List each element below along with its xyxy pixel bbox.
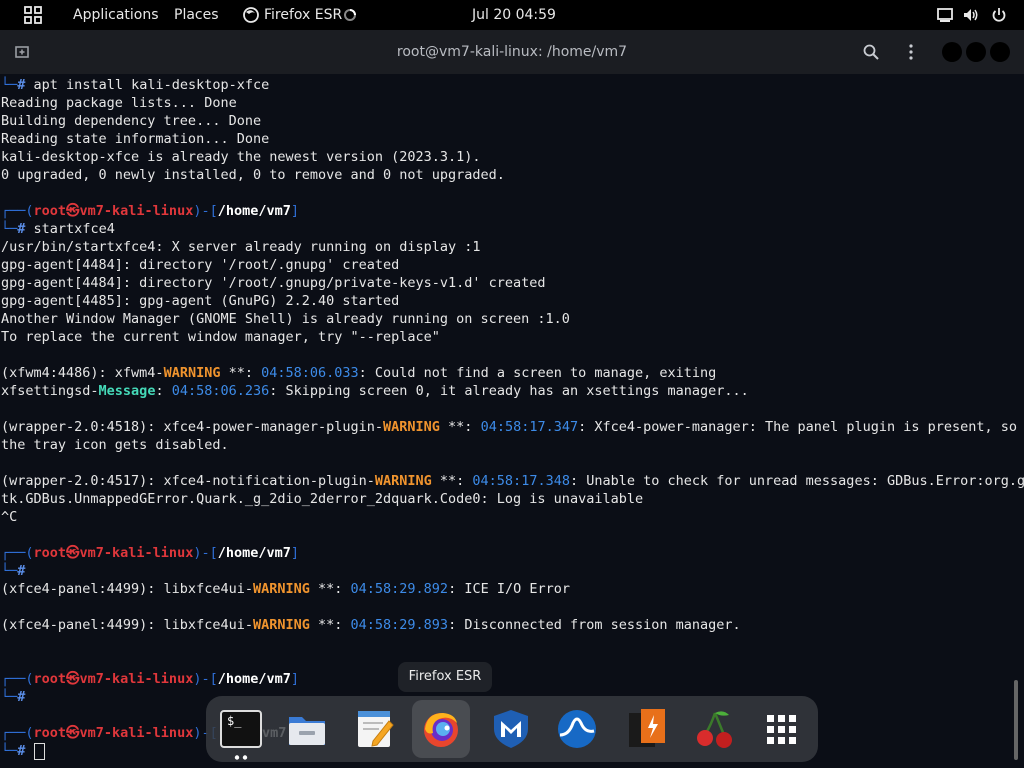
dock-tooltip: Firefox ESR xyxy=(398,662,492,692)
dock-app-grid[interactable] xyxy=(752,700,810,758)
terminal-titlebar: root@vm7-kali-linux: /home/vm7 xyxy=(0,30,1024,74)
active-app-label[interactable]: Firefox ESR xyxy=(264,0,342,30)
message-line: xfsettingsd-Message: 04:58:06.236: Skipp… xyxy=(1,383,749,399)
firefox-icon xyxy=(424,713,458,747)
running-indicator-icon xyxy=(234,755,248,760)
prompt-line: ┌──(root㉿vm7-kali-linux)-[ xyxy=(1,725,218,741)
dock: $_ xyxy=(206,696,818,762)
terminal-line: gpg-agent[4484]: directory '/root/.gnupg… xyxy=(1,257,400,273)
loading-spinner-icon xyxy=(344,9,356,21)
clock[interactable]: Jul 20 04:59 xyxy=(472,0,556,30)
terminal-line: gpg-agent[4485]: gpg-agent (GnuPG) 2.2.4… xyxy=(1,293,400,309)
terminal-output[interactable]: └─# apt install kali-desktop-xfce Readin… xyxy=(0,74,1024,768)
prompt-user: root xyxy=(33,203,67,219)
prompt-host: vm7-kali-linux xyxy=(79,203,194,219)
activities-grid-icon[interactable] xyxy=(24,6,42,24)
terminal-line: └─# startxfce4 xyxy=(1,221,115,237)
dock-files[interactable] xyxy=(278,700,336,758)
terminal-line: ^C xyxy=(1,509,18,525)
scrollbar[interactable] xyxy=(1014,680,1018,760)
command-text: apt install kali-desktop-xfce xyxy=(33,77,270,93)
warning-line: (wrapper-2.0:4518): xfce4-power-manager-… xyxy=(1,419,1018,435)
applications-menu[interactable]: Applications xyxy=(73,0,159,30)
prompt-line: ┌──(root㉿vm7-kali-linux)-[/home/vm7] xyxy=(1,545,300,561)
dock-metasploit[interactable] xyxy=(482,700,540,758)
volume-icon[interactable] xyxy=(962,6,980,24)
terminal-line: 0 upgraded, 0 newly installed, 0 to remo… xyxy=(1,167,505,183)
cherrytree-icon xyxy=(697,711,732,748)
maximize-button[interactable] xyxy=(966,42,986,62)
terminal-line: kali-desktop-xfce is already the newest … xyxy=(1,149,481,165)
places-menu[interactable]: Places xyxy=(174,0,219,30)
command-text: startxfce4 xyxy=(33,221,115,237)
top-bar: Applications Places Firefox ESR Jul 20 0… xyxy=(0,0,1024,30)
terminal-line: Reading package lists... Done xyxy=(1,95,237,111)
prompt-line: ┌──(root㉿vm7-kali-linux)-[/home/vm7] xyxy=(1,203,300,219)
files-icon xyxy=(289,717,325,745)
terminal-line: tk.GDBus.UnmappedGError.Quark._g_2dio_2d… xyxy=(1,491,644,507)
metasploit-icon xyxy=(494,710,528,748)
terminal-line: Another Window Manager (GNOME Shell) is … xyxy=(1,311,570,327)
minimize-button[interactable] xyxy=(942,42,962,62)
dock-text-editor[interactable] xyxy=(346,700,404,758)
terminal-line: gpg-agent[4484]: directory '/root/.gnupg… xyxy=(1,275,546,291)
terminal-line: /usr/bin/startxfce4: X server already ru… xyxy=(1,239,481,255)
kebab-menu-icon[interactable] xyxy=(902,43,920,61)
text-editor-icon xyxy=(358,711,394,747)
terminal-line: Building dependency tree... Done xyxy=(1,113,262,129)
power-icon[interactable] xyxy=(990,6,1008,24)
warning-line: (xfce4-panel:4499): libxfce4ui-WARNING *… xyxy=(1,617,741,633)
dock-cherrytree[interactable] xyxy=(686,700,744,758)
terminal-line: Reading state information... Done xyxy=(1,131,270,147)
warning-line: (wrapper-2.0:4517): xfce4-notification-p… xyxy=(1,473,1024,489)
svg-text:$_: $_ xyxy=(227,714,242,728)
dock-wireshark[interactable] xyxy=(548,700,606,758)
prompt-line: ┌──(root㉿vm7-kali-linux)-[/home/vm7] xyxy=(1,671,300,687)
dock-firefox[interactable] xyxy=(412,700,470,758)
terminal-line: the tray icon gets disabled. xyxy=(1,437,229,453)
terminal-line: └─# xyxy=(1,689,26,705)
app-grid-icon xyxy=(767,715,796,744)
screen-icon[interactable] xyxy=(936,6,954,24)
dock-terminal[interactable]: $_ xyxy=(212,700,270,758)
text-cursor xyxy=(33,742,45,760)
close-button[interactable] xyxy=(990,42,1010,62)
burpsuite-icon xyxy=(629,709,665,747)
warning-line: (xfwm4:4486): xfwm4-WARNING **: 04:58:06… xyxy=(1,365,717,381)
firefox-small-icon xyxy=(243,7,259,23)
new-tab-icon[interactable] xyxy=(14,44,30,60)
dock-burpsuite[interactable] xyxy=(618,700,676,758)
input-line[interactable]: └─# xyxy=(1,742,45,760)
search-icon[interactable] xyxy=(862,43,880,61)
prompt-path: /home/vm7 xyxy=(217,203,291,219)
terminal-line: └─# xyxy=(1,563,26,579)
terminal-icon: $_ xyxy=(220,710,262,748)
terminal-line: └─# apt install kali-desktop-xfce xyxy=(1,77,270,93)
wireshark-icon xyxy=(558,710,596,748)
terminal-line: To replace the current window manager, t… xyxy=(1,329,440,345)
warning-line: (xfce4-panel:4499): libxfce4ui-WARNING *… xyxy=(1,581,570,597)
